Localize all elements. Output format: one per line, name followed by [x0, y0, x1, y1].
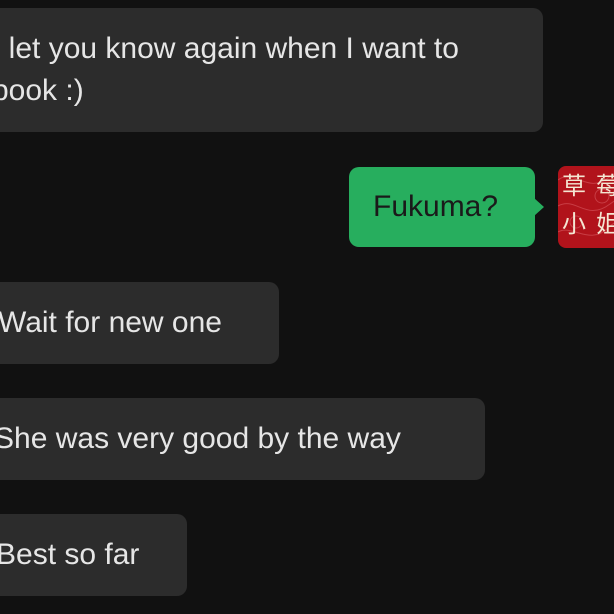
message-text: Wait for new one	[0, 306, 222, 339]
message-text: I let you know again when I want to book…	[0, 32, 459, 107]
avatar-glyph: 草	[562, 172, 586, 200]
avatar-glyph: 莓	[596, 172, 614, 200]
avatar-glyph: 小	[562, 210, 586, 238]
contact-avatar[interactable]: 草 莓 小 姐	[558, 166, 614, 248]
avatar-glyph: 姐	[596, 210, 614, 238]
message-text: She was very good by the way	[0, 422, 401, 455]
incoming-message-bubble[interactable]: I let you know again when I want to book…	[0, 8, 543, 132]
message-text: Best so far	[0, 538, 140, 571]
incoming-message-bubble[interactable]: She was very good by the way	[0, 398, 485, 480]
incoming-message-bubble[interactable]: Best so far	[0, 514, 187, 596]
outgoing-message-bubble[interactable]: Fukuma?	[349, 167, 544, 247]
incoming-message-bubble[interactable]: Wait for new one	[0, 282, 279, 364]
message-text: Fukuma?	[373, 190, 499, 223]
contact-avatar-icon: 草 莓 小 姐	[558, 172, 614, 238]
